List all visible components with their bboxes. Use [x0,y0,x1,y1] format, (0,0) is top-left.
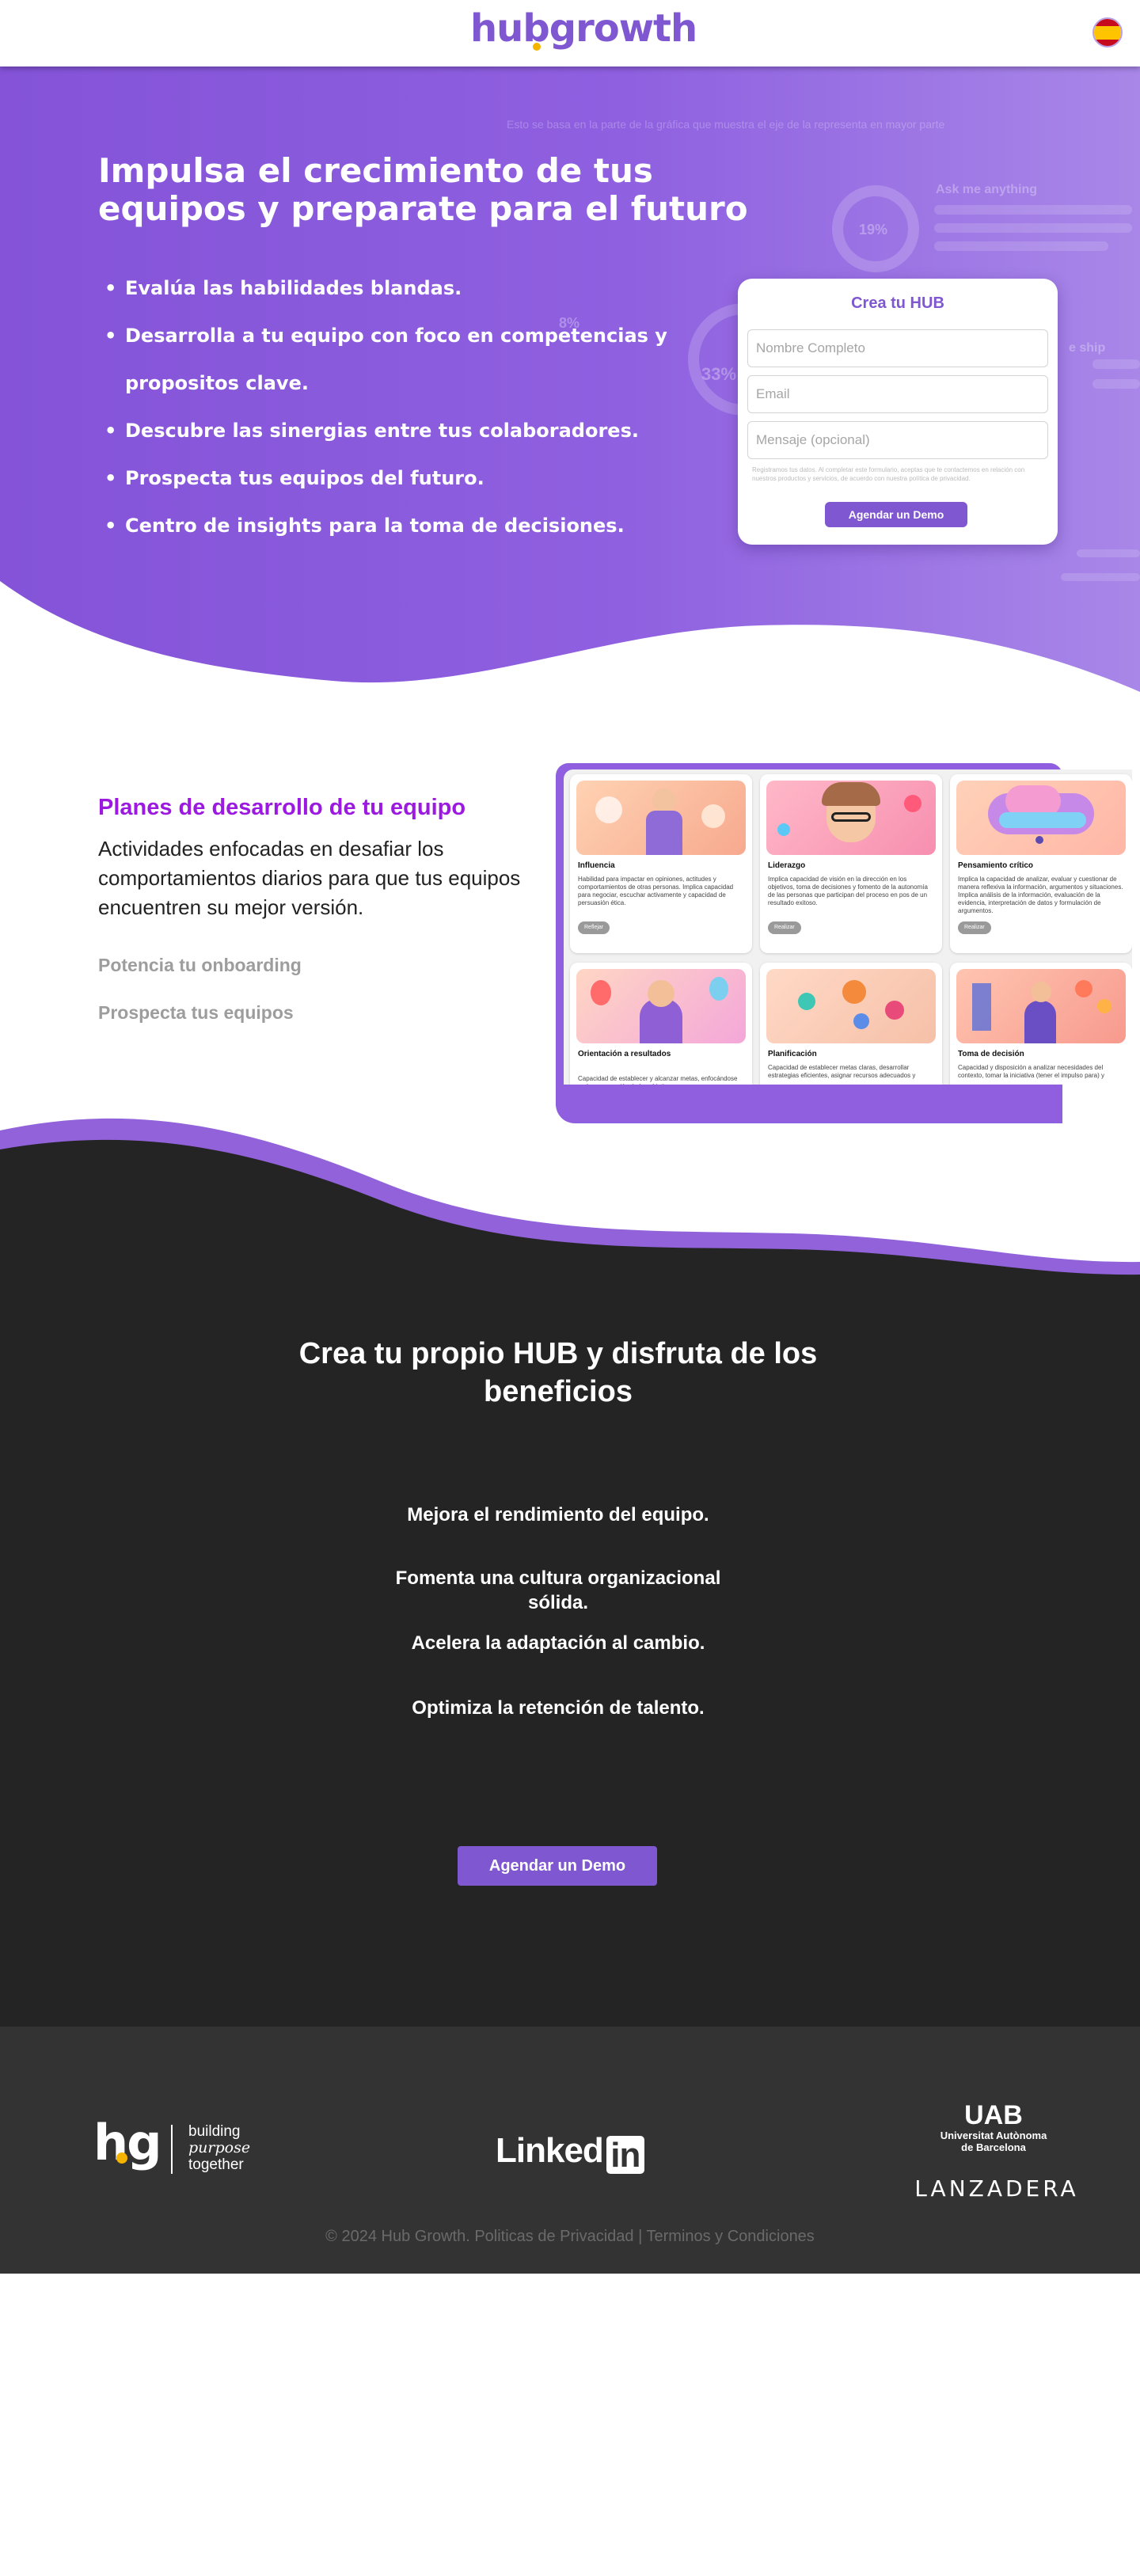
decision-illustration [956,969,1126,1043]
planning-illustration [766,969,936,1043]
hero-bullet: Desarrolla a tu equipo con foco en compe… [104,312,706,407]
card-title: Planificación [768,1050,817,1058]
leadership-illustration [766,781,936,855]
schedule-demo-button[interactable]: Agendar un Demo [825,502,967,527]
tagline-line: building [188,2123,241,2140]
card-title: Orientación a resultados [578,1050,671,1058]
benefits-title: Crea tu propio HUB y disfruta de los ben… [298,1337,818,1408]
plan-card[interactable]: Liderazgo Implica capacidad de visión en… [760,774,942,953]
card-description: Implica capacidad de visión en la direcc… [768,876,928,906]
hero-section: Esto se basa en la parte de la gráfica q… [0,66,1140,700]
critical-thinking-illustration [956,781,1126,855]
influence-illustration [576,781,746,855]
tagline-line: together [188,2156,244,2173]
svg-text:e ship: e ship [1069,341,1105,355]
linkedin-icon: in [606,2136,644,2175]
uab-title: UAB [964,2100,1023,2130]
plan-card[interactable]: Toma de decisión Capacidad y disposición… [950,963,1132,1085]
linkedin-logo[interactable]: Linked in [496,2131,644,2175]
svg-text:19%: 19% [859,222,887,237]
plan-card[interactable]: Pensamiento crítico Implica la capacidad… [950,774,1132,953]
card-badge[interactable]: Realizar [958,921,991,934]
benefit-item: Fomenta una cultura organizacional sólid… [395,1567,721,1613]
svg-text:Ask me anything: Ask me anything [936,183,1037,196]
plans-title: Planes de desarrollo de tu equipo [98,795,466,820]
hg-logo-dot-icon [116,2152,127,2164]
card-badge[interactable]: Realizar [768,921,801,934]
benefit-item: Optimiza la retención de talento. [412,1697,705,1719]
form-title: Crea tu HUB [851,294,944,312]
hero-bullet: Evalúa las habilidades blandas. [104,264,706,312]
prospect-teams-link[interactable]: Prospecta tus equipos [98,1002,294,1024]
card-title: Pensamiento crítico [958,861,1034,870]
plans-mockup: Influencia Habilidad para impactar en op… [564,769,1132,1085]
card-title: Influencia [578,861,615,870]
name-input[interactable] [747,329,1048,367]
results-illustration [576,969,746,1043]
copyright-text: © 2024 Hub Growth. Politicas de Privacid… [325,2228,815,2245]
uab-subtitle: de Barcelona [961,2141,1026,2153]
site-header: hubgrowth [0,0,1140,66]
uab-logo[interactable]: UAB Universitat Autònoma de Barcelona [926,2101,1061,2153]
hubgrowth-logo[interactable]: hubgrowth [470,6,697,51]
card-description: Capacidad de establecer metas claras, de… [768,1064,916,1079]
spain-flag-icon[interactable] [1092,17,1123,47]
card-title: Toma de decisión [958,1050,1024,1058]
card-badge[interactable]: Reflejar [578,921,610,934]
hg-logo[interactable]: hg [93,2115,162,2171]
hero-bullet: Centro de insights para la toma de decis… [104,502,706,549]
card-title: Liderazgo [768,861,806,870]
card-description: Capacidad y disposición a analizar neces… [958,1064,1104,1079]
uab-subtitle: Universitat Autònoma [940,2130,1047,2141]
svg-text:33%: 33% [701,364,736,384]
card-description: Implica la capacidad de analizar, evalua… [958,876,1123,914]
logo-dot-icon [533,43,541,51]
plan-card[interactable]: Planificación Capacidad de establecer me… [760,963,942,1085]
plan-card[interactable]: Influencia Habilidad para impactar en op… [570,774,752,953]
hg-tagline: building purpose together [188,2123,299,2173]
linkedin-wordmark: Linked [496,2131,604,2170]
form-privacy-note: Registramos tus datos. Al completar este… [752,466,1025,482]
svg-text:Esto se basa en la parte de la: Esto se basa en la parte de la gráfica q… [507,118,945,131]
hero-bullet: Prospecta tus equipos del futuro. [104,454,706,502]
hero-bullet-list: Evalúa las habilidades blandas. Desarrol… [104,264,706,549]
card-description: Capacidad de establecer y alcanzar metas… [578,1075,738,1085]
hero-title: Impulsa el crecimiento de tus equipos y … [98,151,748,228]
card-description: Habilidad para impactar en opiniones, ac… [578,876,734,906]
tagline-line: purpose [188,2139,251,2156]
plan-card[interactable]: Orientación a resultados Capacidad de es… [570,963,752,1085]
demo-form-card: Crea tu HUB Registramos tus datos. Al co… [738,279,1058,545]
email-input[interactable] [747,375,1048,413]
schedule-demo-cta-button[interactable]: Agendar un Demo [458,1846,657,1886]
logo-divider [171,2125,173,2174]
lanzadera-logo[interactable]: LANZADERA [914,2175,1080,2202]
onboarding-link[interactable]: Potencia tu onboarding [98,955,302,976]
benefit-item: Mejora el rendimiento del equipo. [407,1504,709,1525]
hero-bullet: Descubre las sinergias entre tus colabor… [104,407,706,454]
message-input[interactable] [747,421,1048,459]
benefit-item: Acelera la adaptación al cambio. [411,1632,705,1654]
plans-description: Actividades enfocadas en desafiar los co… [98,837,521,919]
